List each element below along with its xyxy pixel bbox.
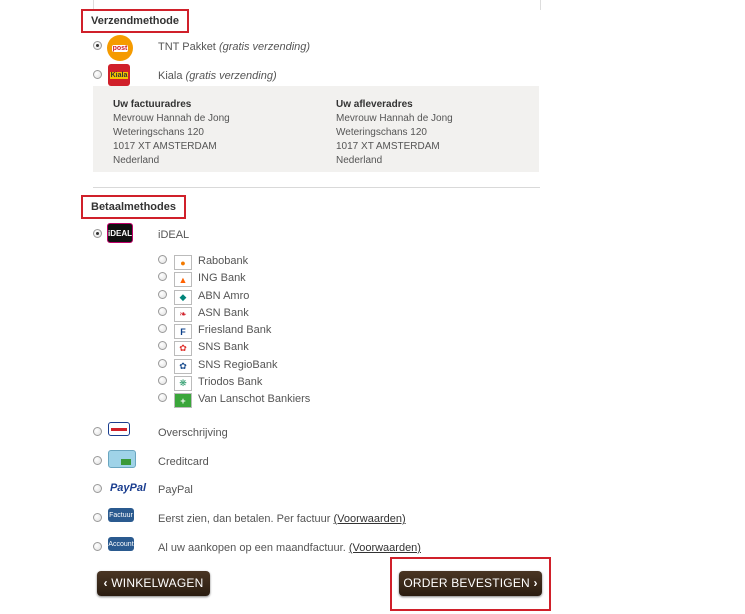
payment-radio-overschrijving[interactable] [93, 427, 102, 436]
kiala-logo-icon: Kiala [108, 64, 130, 86]
bank-label-asn[interactable]: ASN Bank [198, 307, 249, 319]
triodos-icon: ❋ [174, 376, 192, 391]
payment-section-title: Betaalmethodes [81, 195, 186, 219]
bank-radio-van-lanschot[interactable] [158, 393, 167, 402]
shipping-option-tnt-label: TNT Pakket [158, 41, 216, 53]
bank-label-rabobank[interactable]: Rabobank [198, 255, 248, 267]
right-border-line [540, 0, 541, 10]
delivery-address: Uw afleveradres Mevrouw Hannah de Jong W… [336, 98, 453, 168]
bank-label-sns[interactable]: SNS Bank [198, 341, 249, 353]
shipping-radio-tnt[interactable] [93, 41, 102, 50]
payment-radio-paypal[interactable] [93, 484, 102, 493]
account-icon: Account [108, 537, 134, 551]
confirm-order-label: ORDER BEVESTIGEN [403, 576, 530, 590]
back-to-cart-label: WINKELWAGEN [111, 576, 204, 590]
bank-radio-friesland[interactable] [158, 324, 167, 333]
section-divider [93, 187, 540, 188]
van-lanschot-icon: + [174, 393, 192, 408]
payment-radio-ideal[interactable] [93, 229, 102, 238]
bank-radio-sns[interactable] [158, 341, 167, 350]
regiobank-icon: ✿ [174, 359, 192, 374]
factuur-voorwaarden-link[interactable]: (Voorwaarden) [334, 513, 406, 525]
account-voorwaarden-link[interactable]: (Voorwaarden) [349, 542, 421, 554]
invoice-address: Uw factuuradres Mevrouw Hannah de Jong W… [113, 98, 230, 168]
bank-radio-ing[interactable] [158, 272, 167, 281]
bank-label-triodos[interactable]: Triodos Bank [198, 376, 262, 388]
bank-transfer-icon [108, 422, 130, 436]
postnl-logo-icon: post [107, 35, 133, 61]
asn-icon: ❧ [174, 307, 192, 322]
creditcard-icon [108, 450, 136, 468]
factuur-icon: Factuur [108, 508, 134, 522]
ideal-logo-icon: iDEAL [107, 223, 133, 243]
delivery-address-line: Nederland [336, 155, 383, 166]
bank-radio-abn-amro[interactable] [158, 290, 167, 299]
abn-amro-icon: ◆ [174, 290, 192, 305]
shipping-option-kiala-note: (gratis verzending) [185, 70, 277, 82]
account-logo-text: Account [108, 540, 134, 548]
sns-icon: ✿ [174, 341, 192, 356]
payment-radio-factuur[interactable] [93, 513, 102, 522]
invoice-address-line: Weteringschans 120 [113, 127, 204, 138]
bank-label-ing[interactable]: ING Bank [198, 272, 246, 284]
postnl-logo-text: post [111, 44, 129, 52]
address-panel: Uw factuuradres Mevrouw Hannah de Jong W… [93, 86, 539, 172]
invoice-address-line: Mevrouw Hannah de Jong [113, 113, 230, 124]
bank-label-abn-amro[interactable]: ABN Amro [198, 290, 249, 302]
bank-radio-triodos[interactable] [158, 376, 167, 385]
ideal-logo-text: iDEAL [108, 228, 132, 238]
payment-option-account-label: Al uw aankopen op een maandfactuur. [158, 542, 346, 554]
invoice-address-heading: Uw factuuradres [113, 99, 192, 110]
chevron-right-icon: › [533, 576, 538, 590]
invoice-address-line: 1017 XT AMSTERDAM [113, 141, 217, 152]
confirm-order-button[interactable]: ORDER BEVESTIGEN › [399, 571, 542, 596]
delivery-address-line: Mevrouw Hannah de Jong [336, 113, 453, 124]
factuur-logo-text: Factuur [109, 511, 133, 519]
creditcard-chip-icon [121, 459, 131, 465]
payment-option-paypal[interactable]: PayPal [158, 484, 193, 496]
bank-label-regiobank[interactable]: SNS RegioBank [198, 359, 278, 371]
paypal-icon: PayPal [107, 480, 149, 496]
kiala-logo-text: Kiala [109, 71, 129, 79]
bank-radio-regiobank[interactable] [158, 359, 167, 368]
payment-radio-account[interactable] [93, 542, 102, 551]
delivery-address-line: 1017 XT AMSTERDAM [336, 141, 440, 152]
rabobank-icon: ● [174, 255, 192, 270]
shipping-option-tnt[interactable]: TNT Pakket (gratis verzending) [158, 41, 310, 53]
bank-radio-rabobank[interactable] [158, 255, 167, 264]
invoice-address-line: Nederland [113, 155, 160, 166]
payment-option-ideal[interactable]: iDEAL [158, 229, 189, 241]
delivery-address-heading: Uw afleveradres [336, 99, 413, 110]
bank-label-friesland[interactable]: Friesland Bank [198, 324, 271, 336]
friesland-icon: F [174, 324, 192, 339]
chevron-left-icon: ‹ [103, 576, 108, 590]
payment-option-creditcard[interactable]: Creditcard [158, 456, 209, 468]
back-to-cart-button[interactable]: ‹ WINKELWAGEN [97, 571, 210, 596]
payment-option-account[interactable]: Al uw aankopen op een maandfactuur. (Voo… [158, 542, 421, 554]
shipping-option-tnt-note: (gratis verzending) [218, 41, 311, 53]
bank-radio-asn[interactable] [158, 307, 167, 316]
bank-label-van-lanschot[interactable]: Van Lanschot Bankiers [198, 393, 310, 405]
bank-transfer-stripe-icon [111, 427, 127, 431]
shipping-option-kiala-label: Kiala [158, 70, 183, 82]
delivery-address-line: Weteringschans 120 [336, 127, 427, 138]
shipping-option-kiala[interactable]: Kiala (gratis verzending) [158, 70, 277, 82]
shipping-section-title: Verzendmethode [81, 9, 190, 33]
shipping-radio-kiala[interactable] [93, 70, 102, 79]
payment-option-factuur-label: Eerst zien, dan betalen. Per factuur [158, 513, 331, 525]
ing-icon: ▲ [174, 272, 192, 287]
payment-radio-creditcard[interactable] [93, 456, 102, 465]
payment-option-factuur[interactable]: Eerst zien, dan betalen. Per factuur (Vo… [158, 513, 406, 525]
payment-option-overschrijving[interactable]: Overschrijving [158, 427, 228, 439]
paypal-logo-text: PayPal [109, 482, 147, 494]
